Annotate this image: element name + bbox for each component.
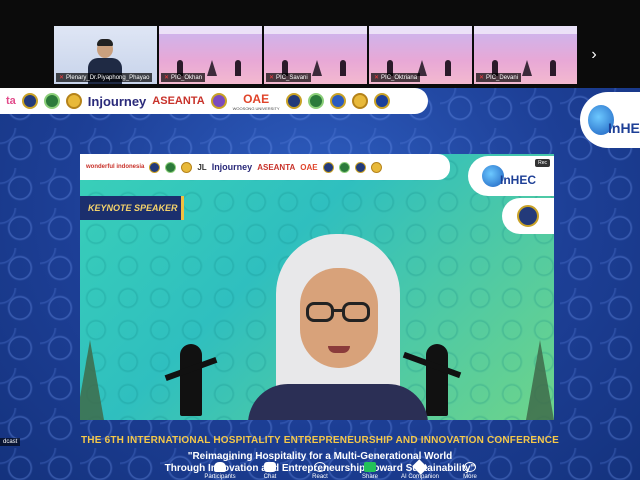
participant-name: ✕ PIC_Devani: [476, 73, 522, 82]
more-button[interactable]: More: [450, 462, 490, 480]
participants-button[interactable]: 115 Participants: [200, 456, 240, 480]
react-button[interactable]: React: [300, 462, 340, 480]
next-page-arrow-icon[interactable]: ›: [584, 26, 604, 84]
seal-icon: [307, 93, 324, 109]
logo: ASEANTA: [152, 95, 205, 107]
sparkle-icon: [412, 459, 428, 475]
emoji-icon: [314, 462, 326, 472]
mic-muted-icon: ✕: [269, 75, 275, 81]
temple-decoration: [526, 340, 554, 420]
participant-tile[interactable]: ✕ Plenary_Dr.Piyaphong_Phayao: [54, 26, 157, 84]
seal-icon: [43, 93, 60, 109]
inhec-logo: InHEC Rec: [468, 156, 554, 196]
mic-muted-icon: ✕: [479, 75, 485, 81]
panel-logo-bar: wonderful indonesia JL Injourney ASEANTA…: [80, 154, 450, 180]
seal-icon: [354, 161, 366, 173]
seal-icon: [21, 93, 38, 109]
participant-name: ✕ PIC_Oktriana: [371, 73, 421, 82]
seal-icon: [329, 93, 346, 109]
inhec-logo: InHEC: [580, 92, 640, 148]
flower-logo-icon: [65, 93, 82, 109]
logo: wonderful indonesia: [86, 164, 145, 170]
seal-icon: [285, 93, 302, 109]
seal-icon: [373, 93, 390, 109]
temple-decoration: [80, 340, 104, 420]
logo: OAE: [243, 91, 270, 106]
emblem-seal-icon: [517, 205, 539, 227]
logo: JL: [197, 162, 207, 172]
meeting-toolbar: 115 Participants Chat React Share AI Com…: [200, 452, 490, 480]
logo: Injourney: [211, 162, 253, 172]
seal-icon: [351, 93, 368, 109]
recording-tag: Rec: [535, 159, 550, 167]
seal-icon: [165, 161, 177, 173]
mic-muted-icon: ✕: [164, 75, 170, 81]
seal-icon: [338, 161, 350, 173]
logo: OAE: [300, 162, 318, 172]
logo-group: OAE WOOSONG UNIVERSITY: [233, 92, 280, 111]
speaker-video: [248, 234, 428, 420]
shadow-puppet-left: [180, 344, 202, 416]
logo-caption: WOOSONG UNIVERSITY: [232, 105, 280, 111]
logo: ta: [6, 95, 16, 107]
thumbnail-list: ✕ Plenary_Dr.Piyaphong_Phayao ✕ PIC_Okhan …: [54, 26, 577, 84]
ai-companion-button[interactable]: AI Companion: [400, 459, 440, 480]
more-icon: [464, 462, 476, 472]
participant-thumbnail-strip: ✕ Plenary_Dr.Piyaphong_Phayao ✕ PIC_Okhan …: [0, 0, 640, 88]
participant-name: ✕ PIC_Okhan: [161, 73, 206, 82]
participant-tile[interactable]: ✕ PIC_Devani: [474, 26, 577, 84]
seal-icon: [149, 161, 161, 173]
seal-icon: [210, 93, 227, 109]
seal-icon: [322, 161, 334, 173]
keynote-video-panel: wonderful indonesia JL Injourney ASEANTA…: [80, 154, 554, 420]
chat-icon: [264, 462, 276, 472]
share-screen-icon: [364, 462, 376, 472]
keynote-speaker-label: KEYNOTE SPEAKER: [80, 196, 184, 220]
logo: Injourney: [87, 93, 147, 109]
seal-icon: [181, 161, 193, 173]
participant-tile[interactable]: ✕ PIC_Okhan: [159, 26, 262, 84]
participants-icon: [214, 462, 226, 472]
participants-count: 115: [226, 456, 234, 462]
participant-name: ✕ PIC_Savani: [266, 73, 311, 82]
participant-tile[interactable]: ✕ PIC_Savani: [264, 26, 367, 84]
shadow-puppet-right: [426, 344, 448, 416]
logo: ASEANTA: [257, 162, 296, 172]
mic-muted-icon: ✕: [374, 75, 380, 81]
share-button[interactable]: Share: [350, 462, 390, 480]
emblem: [502, 198, 554, 234]
sponsor-logo-bar: ta Injourney ASEANTA OAE WOOSONG UNIVERS…: [0, 88, 428, 114]
chat-button[interactable]: Chat: [250, 462, 290, 480]
mic-muted-icon: ✕: [59, 75, 65, 81]
participant-name: ✕ Plenary_Dr.Piyaphong_Phayao: [56, 73, 153, 82]
conference-title: THE 6TH INTERNATIONAL HOSPITALITY ENTREP…: [80, 435, 559, 446]
seal-icon: [370, 161, 382, 173]
participant-tile[interactable]: ✕ PIC_Oktriana: [369, 26, 472, 84]
